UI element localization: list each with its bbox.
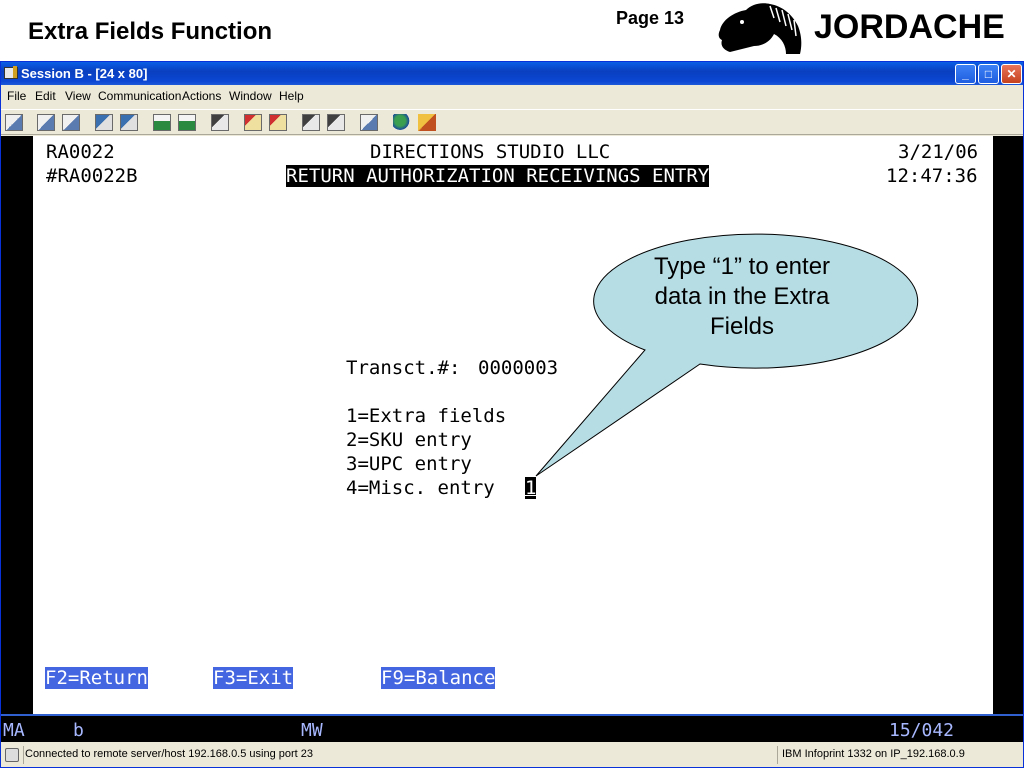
globe-icon[interactable]: [393, 114, 411, 131]
menu-actions[interactable]: Actions: [182, 89, 221, 103]
menu-communication[interactable]: Communication: [98, 89, 181, 103]
tag-icon[interactable]: [418, 114, 436, 131]
option-upc-entry: 3=UPC entry: [346, 453, 472, 475]
callout-line-1: Type “1” to enter: [653, 253, 831, 280]
callout-line-3: Fields: [709, 313, 775, 340]
program-id: RA0022: [46, 141, 115, 163]
company-name: DIRECTIONS STUDIO LLC: [370, 141, 611, 163]
menu-bar: File Edit View Communication Actions Win…: [1, 86, 1023, 107]
print-icon[interactable]: [211, 114, 229, 131]
session-app-icon[interactable]: [4, 66, 18, 79]
status-bar: Connected to remote server/host 192.168.…: [1, 744, 1023, 766]
maximize-button[interactable]: □: [978, 64, 999, 84]
window-title: Session B - [24 x 80]: [21, 66, 148, 81]
connection-icon: [5, 748, 19, 762]
menu-window[interactable]: Window: [229, 89, 272, 103]
callout-text: Type “1” to enter data in the Extra Fiel…: [632, 252, 852, 342]
session-window: Session B - [24 x 80] _ □ ✕ File Edit Vi…: [0, 61, 1024, 768]
record-icon[interactable]: [244, 114, 262, 131]
screen-date: 3/21/06: [898, 141, 979, 163]
screen-icon[interactable]: [5, 114, 23, 131]
close-button[interactable]: ✕: [1001, 64, 1022, 84]
f3-exit-key[interactable]: F3=Exit: [213, 667, 294, 691]
menu-help[interactable]: Help: [279, 89, 304, 103]
clipboard-icon[interactable]: [360, 114, 378, 131]
menu-edit[interactable]: Edit: [35, 89, 56, 103]
oia-mode: MA: [3, 720, 25, 741]
terminal-area: RA0022 DIRECTIONS STUDIO LLC 3/21/06 #RA…: [1, 136, 1023, 714]
connection-status: Connected to remote server/host 192.168.…: [25, 748, 314, 760]
transaction-label: Transct.#:: [346, 357, 461, 379]
macro-icon[interactable]: [153, 114, 171, 131]
screen-time: 12:47:36: [886, 165, 978, 187]
page-number: Page 13: [616, 8, 685, 28]
screen-id: #RA0022B: [46, 165, 138, 187]
toolbar: [1, 109, 1023, 135]
option-extra-fields: 1=Extra fields: [346, 405, 507, 427]
f9-balance-key[interactable]: F9=Balance: [381, 667, 496, 691]
menu-file[interactable]: File: [7, 89, 26, 103]
selection-input[interactable]: 1: [525, 477, 537, 499]
transfer-icon[interactable]: [302, 114, 320, 131]
screen-title: RETURN AUTHORIZATION RECEIVINGS ENTRY: [286, 165, 710, 187]
minimize-button[interactable]: _: [955, 64, 976, 84]
printer-status: IBM Infoprint 1332 on IP_192.168.0.9: [777, 746, 1021, 764]
paste-icon[interactable]: [62, 114, 80, 131]
callout-line-2: data in the Extra: [654, 283, 830, 310]
option-misc-entry: 4=Misc. entry: [346, 477, 495, 499]
jordache-logo: JORDACHE: [712, 0, 1018, 58]
send-icon[interactable]: [95, 114, 113, 131]
slide-title: Extra Fields Function: [28, 18, 273, 45]
receive-icon[interactable]: [120, 114, 138, 131]
oia-mw: MW: [301, 720, 323, 741]
logo-text: JORDACHE: [814, 8, 1005, 46]
option-sku-entry: 2=SKU entry: [346, 429, 472, 451]
menu-view[interactable]: View: [65, 89, 91, 103]
cursor-position: 15/042: [889, 720, 955, 741]
keypad-icon[interactable]: [178, 114, 196, 131]
terminal-screen[interactable]: RA0022 DIRECTIONS STUDIO LLC 3/21/06 #RA…: [33, 136, 993, 714]
oia-b: b: [73, 720, 84, 741]
f2-return-key[interactable]: F2=Return: [45, 667, 148, 691]
send-file-icon[interactable]: [327, 114, 345, 131]
status-divider: [23, 746, 24, 764]
operator-info-area: MA b MW 15/042: [1, 714, 1023, 742]
copy-icon[interactable]: [37, 114, 55, 131]
horse-head-icon: [718, 3, 802, 54]
transaction-value: 0000003: [478, 357, 559, 379]
play-icon[interactable]: [269, 114, 287, 131]
window-titlebar[interactable]: Session B - [24 x 80] _ □ ✕: [1, 62, 1023, 85]
